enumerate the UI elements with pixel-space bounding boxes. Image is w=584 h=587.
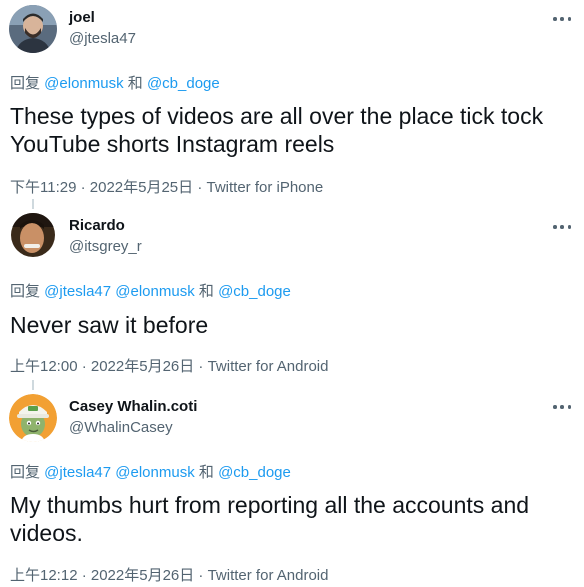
tweet-3: Casey Whalin.coti @WhalinCasey 回复 @jtesl… [0, 390, 584, 587]
more-dots-icon[interactable] [553, 218, 571, 236]
reply-context: 回复 @jtesla47 @elonmusk 和 @cb_doge [10, 280, 291, 301]
tweet-meta[interactable]: 上午12:12 · 2022年5月26日 · Twitter for Andro… [10, 564, 328, 585]
thread-line [32, 199, 34, 209]
tweet-meta[interactable]: 上午12:00 · 2022年5月26日 · Twitter for Andro… [10, 355, 328, 376]
author-handle[interactable]: @itsgrey_r [69, 238, 142, 255]
tweet-text: My thumbs hurt from reporting all the ac… [10, 492, 530, 546]
reply-context: 回复 @jtesla47 @elonmusk 和 @cb_doge [10, 461, 291, 482]
more-dots-icon[interactable] [553, 398, 571, 416]
reply-context: 回复 @elonmusk 和 @cb_doge [10, 72, 220, 93]
tweet-1: joel @jtesla47 回复 @elonmusk 和 @cb_doge T… [0, 0, 584, 200]
person-avatar-icon [9, 5, 57, 53]
mention-link[interactable]: @cb_doge [218, 464, 291, 481]
mention-link[interactable]: @elonmusk [115, 464, 194, 481]
tweet-meta[interactable]: 下午11:29 · 2022年5月25日 · Twitter for iPhon… [10, 176, 323, 197]
reply-joiner: 和 [123, 75, 147, 92]
mention-link[interactable]: @cb_doge [218, 283, 291, 300]
mention-link[interactable]: @jtesla47 [44, 464, 111, 481]
mention-link[interactable]: @cb_doge [147, 75, 220, 92]
mention-link[interactable]: @elonmusk [44, 75, 123, 92]
author-handle[interactable]: @WhalinCasey [69, 419, 173, 436]
tweet-2: Ricardo @itsgrey_r 回复 @jtesla47 @elonmus… [0, 209, 584, 379]
person-avatar-icon [11, 213, 55, 257]
avatar[interactable] [9, 394, 57, 442]
reply-prefix: 回复 [10, 283, 45, 300]
tweet-text: Never saw it before [10, 312, 209, 338]
author-name[interactable]: joel [69, 9, 95, 26]
author-name[interactable]: Casey Whalin.coti [69, 398, 197, 415]
author-handle[interactable]: @jtesla47 [69, 30, 136, 47]
avatar[interactable] [11, 213, 55, 257]
reply-joiner: 和 [194, 283, 219, 300]
reply-joiner: 和 [194, 464, 219, 481]
author-name[interactable]: Ricardo [69, 217, 125, 234]
tweet-text: These types of videos are all over the p… [10, 103, 544, 157]
avatar[interactable] [9, 5, 57, 53]
mention-link[interactable]: @elonmusk [115, 283, 194, 300]
reply-prefix: 回复 [10, 464, 45, 481]
thread-line [32, 380, 34, 390]
cartoon-avatar-icon [9, 394, 57, 442]
more-dots-icon[interactable] [553, 10, 571, 28]
mention-link[interactable]: @jtesla47 [44, 283, 111, 300]
reply-prefix: 回复 [10, 75, 45, 92]
